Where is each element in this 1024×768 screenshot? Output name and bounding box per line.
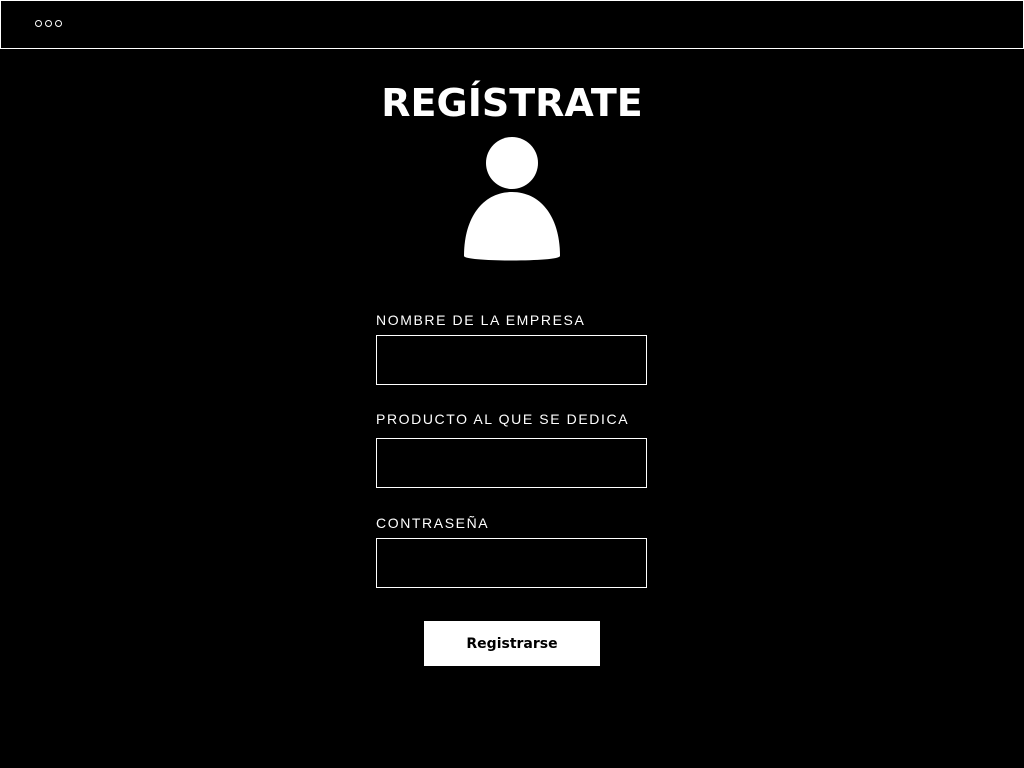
user-avatar-icon [464, 137, 560, 261]
window-dot [55, 20, 62, 27]
page-title: REGÍSTRATE [381, 81, 643, 125]
password-field[interactable] [376, 538, 647, 588]
product-label: PRODUCTO AL QUE SE DEDICA [376, 411, 630, 427]
company-name-label: NOMBRE DE LA EMPRESA [376, 312, 586, 328]
register-button[interactable]: Registrarse [424, 621, 600, 666]
three-dots-icon[interactable] [35, 20, 62, 27]
product-field[interactable] [376, 438, 647, 488]
password-label: CONTRASEÑA [376, 515, 490, 531]
window-dot [35, 20, 42, 27]
company-name-field[interactable] [376, 335, 647, 385]
registration-page: REGÍSTRATE NOMBRE DE LA EMPRESA PRODUCTO… [0, 0, 1024, 768]
window-title-bar [0, 0, 1024, 49]
window-dot [45, 20, 52, 27]
